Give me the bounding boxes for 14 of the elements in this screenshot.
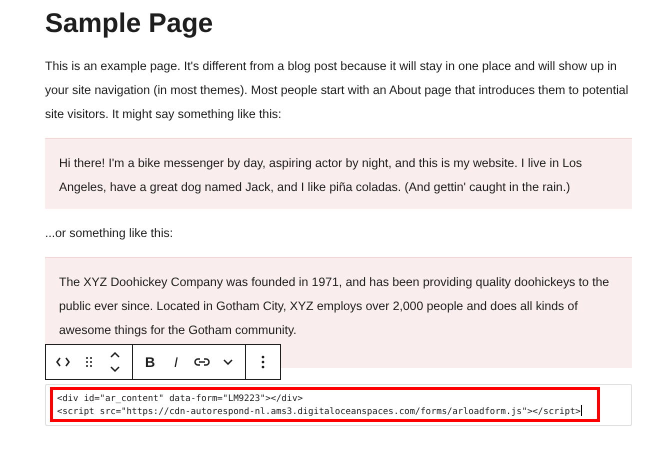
paragraph: This is an example page. It's different from a blog post because it will stay in one place and will show up in your site navigation (in most themes). Most people start with an About page that introduces them to potential site visitors. It might say something like this: (45, 58, 630, 123)
more-options-icon (261, 355, 265, 369)
paragraph: ...or something like this: (45, 225, 174, 242)
caret-icon (223, 359, 233, 365)
italic-button[interactable]: I (163, 347, 189, 377)
move-up-down-icon (109, 351, 121, 373)
page-title: Sample Page (45, 7, 214, 40)
quote-text: Hi there! I'm a bike messenger by day, aspiring actor by night, and this is my website. I live in Los Angeles, have a great dog named Jack, and I like piña coladas. (And gettin' caught in the rain.) (59, 155, 584, 196)
code-text[interactable]: <div id="ar_content" data-form="LM9223"></div> <script src="https://cdn-autorespond-nl.ams3.digitaloceanspaces.com/forms/arloadform.js"></script> (57, 393, 582, 418)
bold-button[interactable]: B (137, 347, 163, 377)
drag-handle-icon (85, 356, 93, 368)
link-icon (194, 357, 210, 367)
code-icon (56, 357, 70, 367)
quote-text: The XYZ Doohickey Company was founded in 1971, and has been providing quality doohickeys to the public ever since. Located in Gotham City, XYZ employs over 2,000 people and does all kinds of awesome things for the Gotham community. (59, 274, 610, 339)
